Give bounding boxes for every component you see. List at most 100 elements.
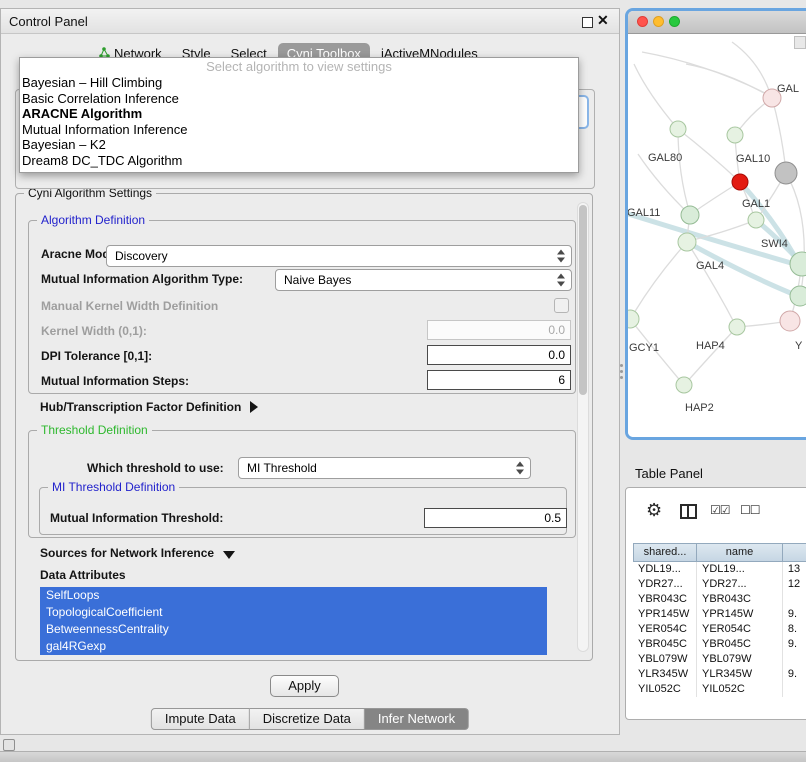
network-node[interactable] (670, 121, 686, 137)
network-edge (634, 64, 678, 129)
combo-arrows-icon (557, 274, 565, 287)
table-row[interactable]: YBR043CYBR043C (633, 592, 806, 607)
network-edge (732, 42, 771, 96)
table-row[interactable]: YIL052CYIL052C (633, 682, 806, 697)
combo-arrows-icon (516, 462, 524, 475)
mi-algorithm-type-label: Mutual Information Algorithm Type: (41, 272, 243, 286)
table-row[interactable]: YBL079WYBL079W (633, 652, 806, 667)
network-edge (642, 52, 771, 96)
zoom-traffic-light-icon[interactable] (669, 16, 680, 27)
node-label: SWI4 (761, 238, 788, 250)
network-node[interactable] (748, 212, 764, 228)
node-label: GCY1 (629, 342, 659, 354)
columns-icon[interactable] (680, 504, 697, 519)
float-panel-icon[interactable] (582, 17, 593, 28)
algorithm-option[interactable]: Basic Correlation Inference (20, 91, 578, 107)
data-attribute-item[interactable]: SelfLoops (40, 587, 547, 604)
dpi-tolerance-field[interactable] (427, 345, 571, 365)
manual-kernel-label: Manual Kernel Width Definition (41, 299, 218, 313)
kernel-width-field[interactable] (427, 320, 571, 340)
sources-section-toggle[interactable]: Sources for Network Inference (40, 546, 235, 560)
network-edge (772, 98, 786, 172)
table-cell: YDL19... (633, 562, 697, 577)
bottom-tab-infer-network[interactable]: Infer Network (365, 708, 469, 730)
scrollbar-thumb[interactable] (579, 205, 587, 395)
network-node[interactable] (628, 310, 639, 328)
network-node[interactable] (790, 286, 806, 306)
data-attribute-item[interactable]: gal4RGexp (40, 638, 547, 655)
select-none-icon[interactable]: ☐☐ (740, 503, 760, 517)
threshold-definition-group: Threshold Definition Which threshold to … (28, 430, 576, 538)
settings-scrollbar[interactable] (577, 202, 589, 652)
mi-algorithm-type-value: Naive Bayes (284, 270, 351, 290)
network-window-titlebar (628, 11, 806, 34)
algorithm-option[interactable]: Bayesian – Hill Climbing (20, 75, 578, 91)
network-node[interactable] (729, 319, 745, 335)
which-threshold-select[interactable]: MI Threshold (238, 457, 531, 479)
expand-arrow-icon (223, 551, 235, 559)
network-node[interactable] (681, 206, 699, 224)
network-node[interactable] (678, 233, 696, 251)
table: shared...name YDL19...YDL19...13YDR27...… (633, 543, 806, 697)
network-node[interactable] (727, 127, 743, 143)
node-label: GAL80 (648, 152, 682, 164)
minimize-traffic-light-icon[interactable] (653, 16, 664, 27)
close-panel-icon[interactable]: ✕ (597, 12, 609, 29)
network-graph: GALGAL80GAL10GAL11GAL1SWI4GAL4GCY1HAP4YH… (628, 34, 806, 438)
mi-threshold-definition-title: MI Threshold Definition (48, 480, 179, 494)
dropdown-placeholder: Select algorithm to view settings (20, 58, 578, 75)
table-cell: YBR045C (633, 637, 697, 652)
table-cell: YDR27... (697, 577, 783, 592)
data-attributes-title: Data Attributes (40, 568, 126, 582)
column-header[interactable]: shared... (633, 543, 697, 562)
table-body: YDL19...YDL19...13YDR27...YDR27...12YBR0… (633, 562, 806, 697)
table-row[interactable]: YPR145WYPR145W9. (633, 607, 806, 622)
network-node[interactable] (732, 174, 748, 190)
hub-section-toggle[interactable]: Hub/Transcription Factor Definition (40, 400, 258, 414)
panel-splitter[interactable] (619, 364, 623, 384)
algorithm-option[interactable]: Dream8 DC_TDC Algorithm (20, 153, 578, 169)
table-row[interactable]: YDR27...YDR27...12 (633, 577, 806, 592)
combo-arrows-icon (557, 250, 565, 263)
close-traffic-light-icon[interactable] (637, 16, 648, 27)
manual-kernel-checkbox[interactable] (554, 298, 569, 313)
algorithm-option[interactable]: ARACNE Algorithm (20, 106, 578, 122)
mi-threshold-label: Mutual Information Threshold: (50, 511, 223, 525)
table-row[interactable]: YDL19...YDL19...13 (633, 562, 806, 577)
data-attribute-item[interactable]: TopologicalCoefficient (40, 604, 547, 621)
apply-button[interactable]: Apply (270, 675, 339, 697)
algorithm-dropdown-popup: Select algorithm to view settings Bayesi… (19, 57, 579, 173)
table-row[interactable]: YBR045CYBR045C9. (633, 637, 806, 652)
column-header[interactable] (783, 543, 806, 562)
table-row[interactable]: YER054CYER054C8. (633, 622, 806, 637)
algorithm-option[interactable]: Bayesian – K2 (20, 137, 578, 153)
table-cell: 9. (783, 667, 806, 682)
table-cell: YBR043C (633, 592, 697, 607)
table-cell: YPR145W (633, 607, 697, 622)
node-label: HAP4 (696, 340, 725, 352)
data-attribute-item[interactable]: BetweennessCentrality (40, 621, 547, 638)
bottom-tab-discretize-data[interactable]: Discretize Data (250, 708, 365, 730)
table-cell: YPR145W (697, 607, 783, 622)
select-all-icon[interactable]: ☑☑ (710, 503, 730, 517)
column-header[interactable]: name (697, 543, 783, 562)
table-row[interactable]: YLR345WYLR345W9. (633, 667, 806, 682)
table-cell: YDR27... (633, 577, 697, 592)
table-cell: YBL079W (697, 652, 783, 667)
mi-steps-field[interactable] (427, 370, 571, 390)
network-canvas[interactable]: GALGAL80GAL10GAL11GAL1SWI4GAL4GCY1HAP4YH… (628, 34, 806, 438)
network-edge (691, 182, 740, 214)
network-node[interactable] (676, 377, 692, 393)
gear-icon[interactable]: ⚙ (646, 501, 662, 519)
table-cell: YBL079W (633, 652, 697, 667)
network-node[interactable] (780, 311, 800, 331)
table-cell (783, 682, 806, 697)
mi-threshold-field[interactable] (424, 508, 567, 528)
aracne-mode-select[interactable]: Discovery (106, 245, 572, 267)
bottom-tab-impute-data[interactable]: Impute Data (151, 708, 250, 730)
mi-algorithm-type-select[interactable]: Naive Bayes (275, 269, 572, 291)
table-cell: YIL052C (633, 682, 697, 697)
collapsed-panel-icon[interactable] (3, 739, 15, 751)
network-node[interactable] (775, 162, 797, 184)
algorithm-option[interactable]: Mutual Information Inference (20, 122, 578, 138)
